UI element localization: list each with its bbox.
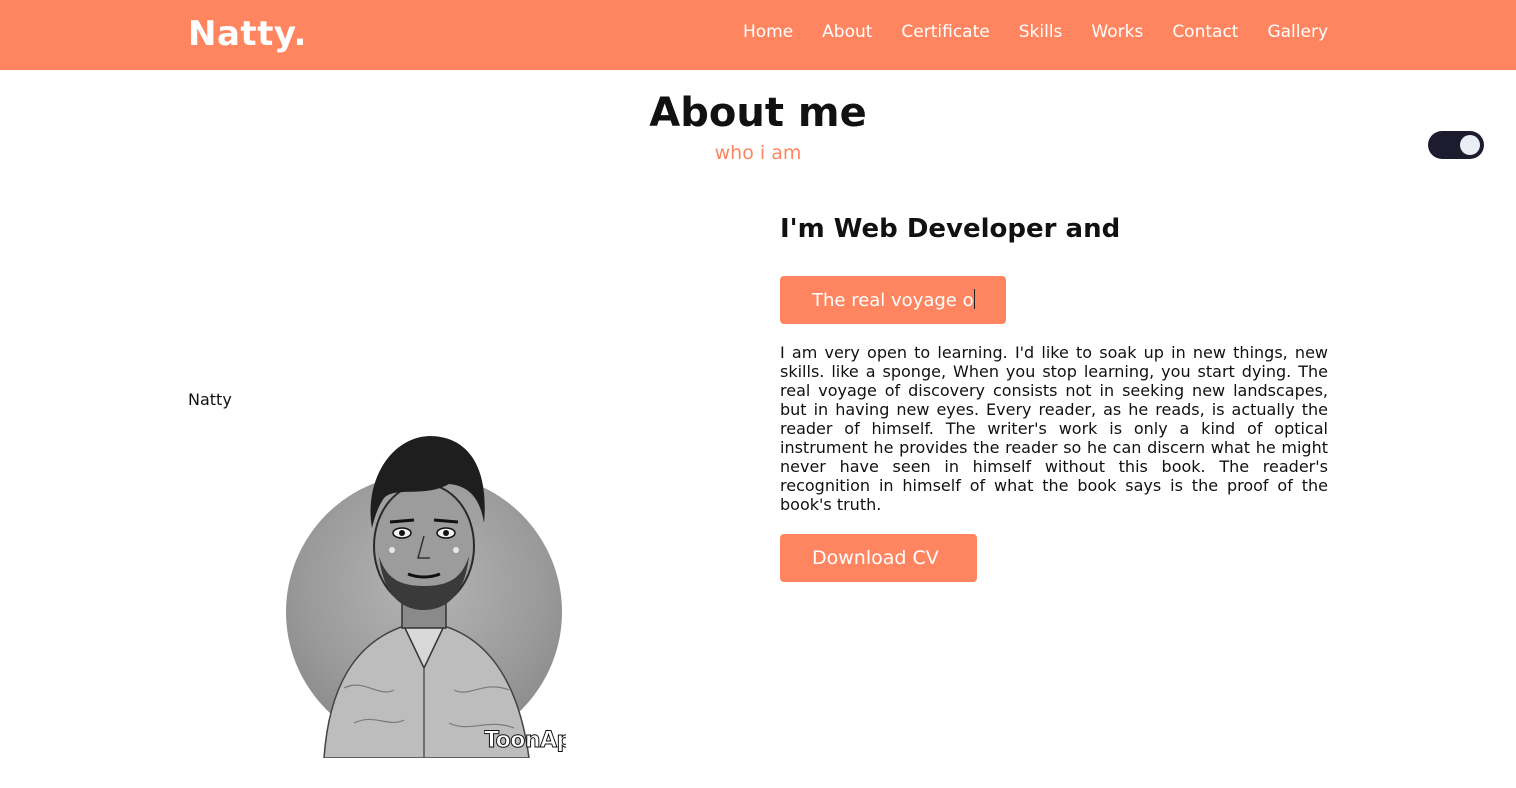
logo-dot: . (293, 14, 307, 54)
section-subtitle: who i am (714, 142, 802, 164)
nav-menu: Home About Certificate Skills Works Cont… (743, 22, 1328, 42)
nav-item-about: About (822, 22, 872, 42)
nav-item-home: Home (743, 22, 793, 42)
person-illustration-icon (323, 436, 530, 758)
role-headline: I'm Web Developer and (780, 214, 1121, 244)
nav-link-works[interactable]: Works (1091, 22, 1143, 42)
section-title: About me (649, 90, 867, 136)
logo-text: Natty (188, 14, 294, 54)
nav-item-certificate: Certificate (901, 22, 989, 42)
bio-paragraph: I am very open to learning. I'd like to … (780, 343, 1328, 514)
typing-text-box: The real voyage o (780, 276, 1006, 324)
nav-item-skills: Skills (1019, 22, 1063, 42)
nav-link-skills[interactable]: Skills (1019, 22, 1063, 42)
profile-avatar: ToonApp (284, 428, 566, 758)
navbar: Natty. Home About Certificate Skills Wor… (0, 0, 1516, 70)
nav-item-contact: Contact (1172, 22, 1238, 42)
nav-item-gallery: Gallery (1267, 22, 1328, 42)
nav-item-works: Works (1091, 22, 1143, 42)
typing-text: The real voyage o (812, 290, 974, 311)
download-cv-button[interactable]: Download CV (780, 534, 977, 582)
text-caret-icon (973, 289, 975, 309)
profile-image-alt-text: Natty (188, 390, 232, 409)
nav-link-contact[interactable]: Contact (1172, 22, 1238, 42)
nav-link-home[interactable]: Home (743, 22, 793, 42)
toggle-knob-icon (1460, 135, 1480, 155)
site-logo[interactable]: Natty. (188, 14, 307, 54)
toonapp-watermark: ToonApp (484, 728, 566, 753)
nav-link-about[interactable]: About (822, 22, 872, 42)
nav-link-gallery[interactable]: Gallery (1267, 22, 1328, 42)
nav-link-certificate[interactable]: Certificate (901, 22, 989, 42)
theme-toggle[interactable] (1428, 131, 1484, 159)
